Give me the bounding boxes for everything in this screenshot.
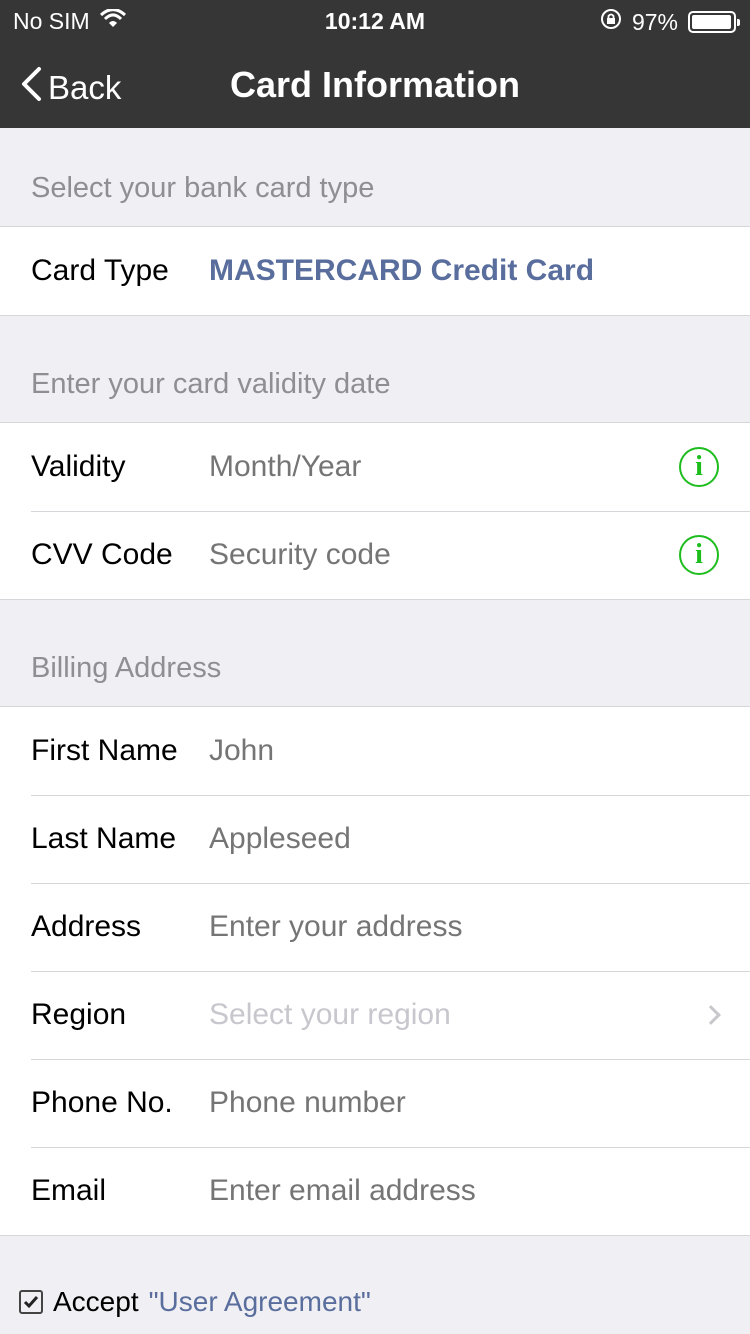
phone-label: Phone No. (31, 1086, 173, 1119)
last-name-field[interactable] (209, 822, 669, 856)
checkmark-icon (23, 1296, 39, 1309)
card-type-value[interactable]: MASTERCARD Credit Card (209, 254, 669, 288)
email-field[interactable] (209, 1174, 669, 1208)
validity-section-header: Enter your card validity date (31, 368, 391, 400)
first-name-field[interactable] (209, 734, 669, 768)
phone-field[interactable] (209, 1086, 669, 1120)
card-type-label: Card Type (31, 254, 169, 287)
last-name-row[interactable]: Last Name (0, 795, 750, 883)
validity-row[interactable]: Validity i (0, 423, 750, 511)
cvv-label: CVV Code (31, 538, 173, 571)
info-icon[interactable]: i (679, 535, 719, 575)
user-agreement-link[interactable]: "User Agreement" (149, 1286, 371, 1318)
battery-percent: 97% (631, 8, 678, 35)
card-type-section-header: Select your bank card type (31, 172, 375, 204)
region-selector[interactable]: Select your region (209, 998, 669, 1032)
billing-group: First Name Last Name Address Region Sele… (0, 706, 750, 1236)
address-label: Address (31, 910, 142, 943)
info-icon[interactable]: i (679, 447, 719, 487)
email-row[interactable]: Email (0, 1147, 750, 1235)
accept-label: Accept (53, 1286, 139, 1317)
top-bar: No SIM 10:12 AM 97% Back Card Informatio… (0, 0, 750, 128)
cvv-row[interactable]: CVV Code i (0, 511, 750, 599)
page-title: Card Information (229, 64, 520, 105)
card-type-row[interactable]: Card Type MASTERCARD Credit Card (0, 227, 750, 315)
region-label: Region (31, 998, 127, 1031)
chevron-right-icon (701, 1005, 721, 1025)
status-right: 97% (600, 8, 740, 36)
validity-group: Validity i CVV Code i (0, 422, 750, 600)
battery-icon (688, 11, 740, 33)
orientation-lock-icon (600, 8, 622, 36)
agreement-row: Accept "User Agreement" (19, 1286, 371, 1318)
region-row[interactable]: Region Select your region (0, 971, 750, 1059)
billing-section-header: Billing Address (31, 652, 222, 684)
status-bar: No SIM 10:12 AM 97% (0, 0, 750, 40)
phone-row[interactable]: Phone No. (0, 1059, 750, 1147)
navigation-bar: Back Card Information (0, 40, 750, 128)
first-name-label: First Name (31, 734, 178, 767)
email-label: Email (31, 1174, 107, 1207)
validity-label: Validity (31, 450, 126, 483)
address-field[interactable] (209, 910, 669, 944)
validity-field[interactable] (209, 450, 669, 484)
agreement-checkbox[interactable] (19, 1290, 43, 1314)
address-row[interactable]: Address (0, 883, 750, 971)
card-type-group: Card Type MASTERCARD Credit Card (0, 226, 750, 316)
first-name-row[interactable]: First Name (0, 707, 750, 795)
cvv-field[interactable] (209, 538, 669, 572)
last-name-label: Last Name (31, 822, 177, 855)
